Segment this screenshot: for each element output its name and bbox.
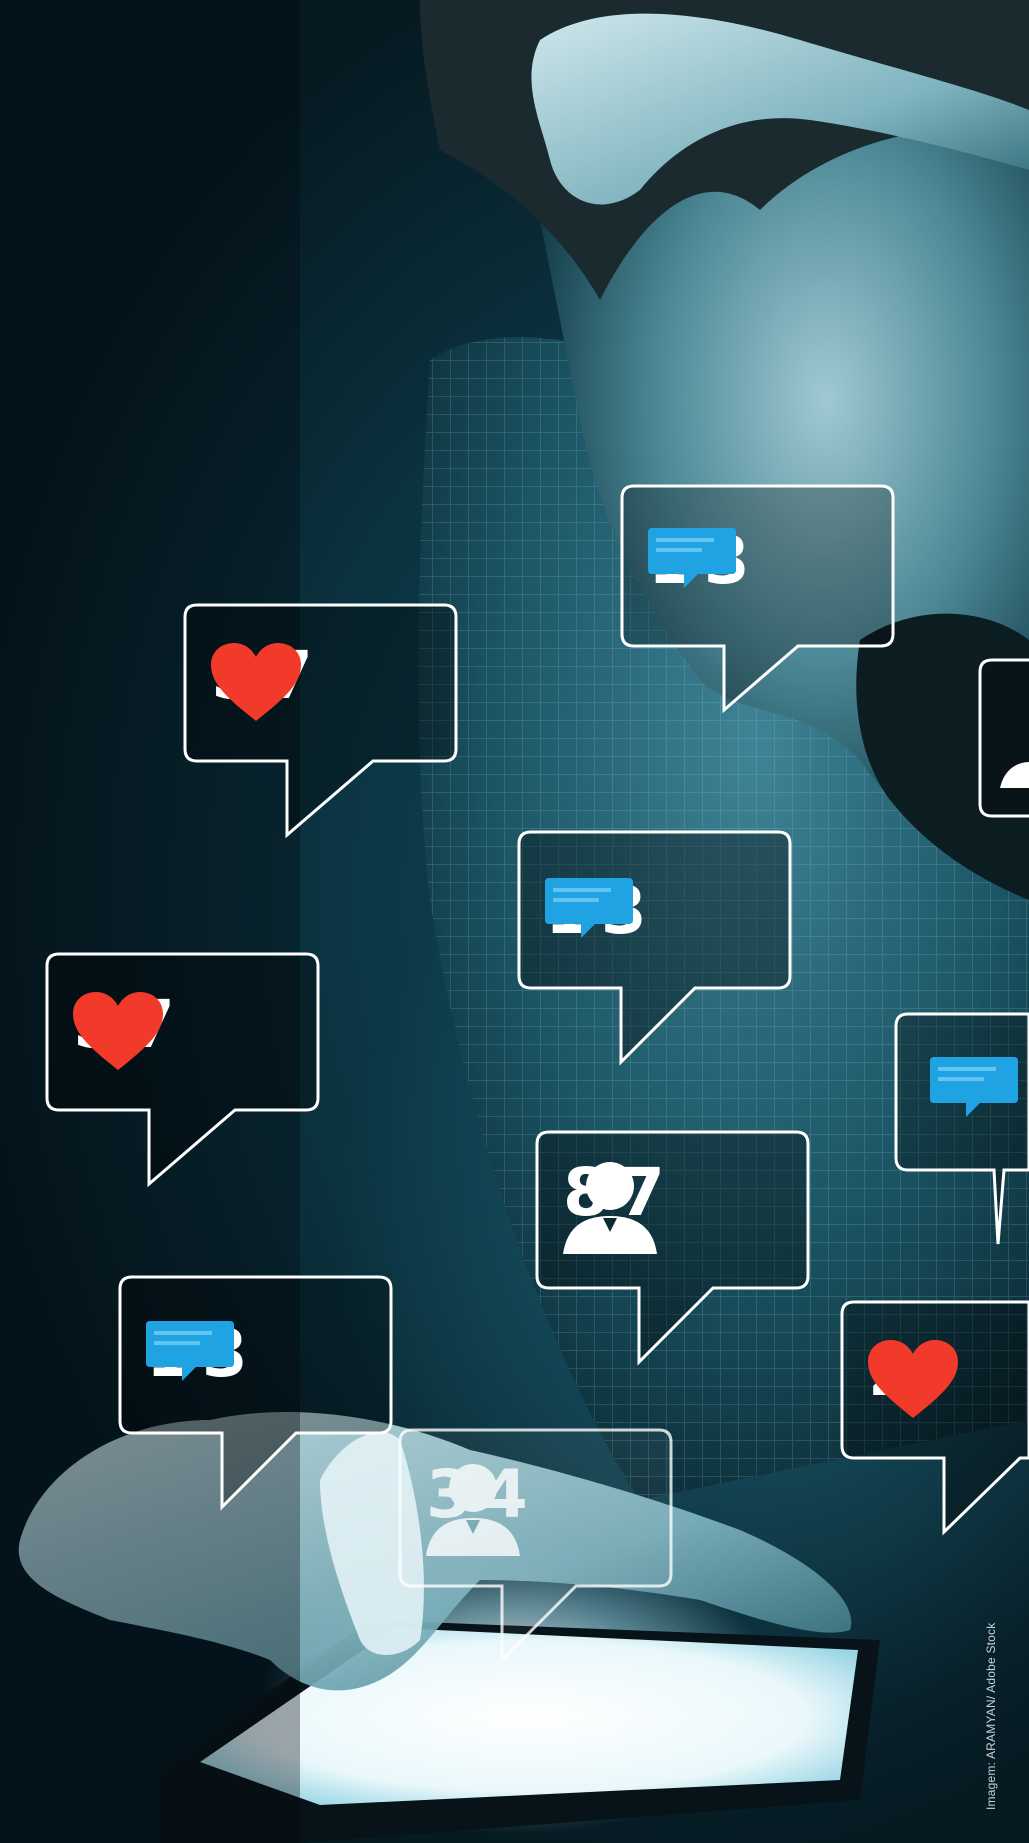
user-icon	[1000, 762, 1029, 788]
speech-bubble-outline	[978, 658, 1029, 818]
heart-icon	[868, 1340, 958, 1418]
notification-bubble-comments: 13	[620, 484, 895, 714]
notification-bubble-followers: 87	[535, 1130, 810, 1366]
photo-credit: Imagem: ARAMYAN/ Adobe Stock	[984, 1622, 998, 1810]
notification-bubble-likes: 57	[45, 952, 320, 1188]
speech-bubble-outline	[894, 1012, 1029, 1245]
notification-bubble-comments: 13	[517, 830, 792, 1066]
comment-icon	[545, 878, 633, 938]
heart-icon	[211, 643, 301, 721]
notification-bubble-followers: 34	[398, 1428, 673, 1664]
notification-bubble-comments-partial	[894, 1012, 1029, 1248]
comment-icon	[146, 1321, 234, 1381]
notification-bubble-likes: 57	[183, 603, 458, 839]
notification-bubble-comments: 13	[118, 1275, 393, 1511]
notification-bubble-followers-partial	[978, 658, 1029, 818]
user-icon	[426, 1464, 520, 1556]
speech-bubble-outline	[620, 484, 895, 714]
speech-bubble-outline	[118, 1275, 393, 1511]
user-icon	[563, 1162, 657, 1254]
heart-icon	[73, 992, 163, 1070]
notification-bubble-likes-partial: 2	[840, 1300, 1029, 1536]
photo-scene: 13 57	[0, 0, 1029, 1843]
comment-icon	[648, 528, 736, 588]
comment-icon	[930, 1057, 1018, 1117]
